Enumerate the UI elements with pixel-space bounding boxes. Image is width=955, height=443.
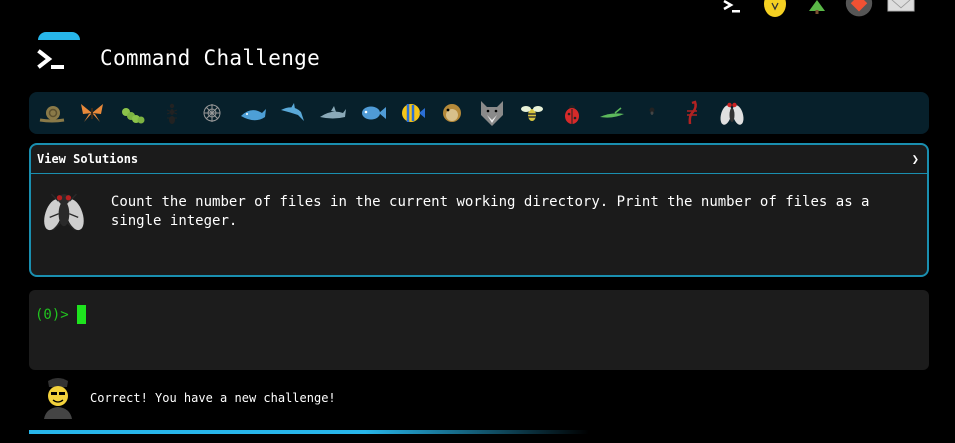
ant-icon[interactable] — [155, 98, 189, 128]
level-critters — [29, 92, 929, 134]
dolphin-icon[interactable] — [275, 98, 309, 128]
terminal[interactable]: (0)> — [29, 290, 929, 370]
spider-icon[interactable] — [635, 98, 669, 128]
logo-arc — [38, 32, 80, 40]
view-solutions-toggle[interactable]: View Solutions ❯ — [31, 145, 927, 174]
ladybug-icon[interactable] — [555, 98, 589, 128]
status-area: Correct! You have a new challenge! — [40, 377, 336, 419]
challenge-panel: View Solutions ❯ Count the number of fil… — [29, 143, 929, 277]
fly-icon[interactable] — [715, 98, 749, 128]
terminal-prompt: (0)> — [35, 307, 69, 323]
avatar-icon — [44, 378, 72, 419]
status-message: Correct! You have a new challenge! — [90, 391, 336, 405]
tropical-fish-icon[interactable] — [395, 98, 429, 128]
spider-web-icon[interactable] — [195, 98, 229, 128]
fly-icon — [44, 193, 84, 231]
wolf-icon[interactable] — [475, 98, 509, 128]
progress-bar — [29, 430, 589, 434]
bee-icon[interactable] — [515, 98, 549, 128]
blowfish-icon[interactable] — [435, 98, 469, 128]
page-title: Command Challenge — [100, 46, 321, 70]
whale-icon[interactable] — [235, 98, 269, 128]
git-icon[interactable] — [845, 0, 873, 18]
view-solutions-label: View Solutions — [37, 152, 139, 166]
lightbulb-icon[interactable] — [761, 0, 789, 18]
dolphin-jump-icon[interactable] — [315, 98, 349, 128]
snail-icon[interactable] — [35, 98, 69, 128]
butterfly-icon[interactable] — [75, 98, 109, 128]
mail-icon[interactable] — [887, 0, 915, 18]
cricket-icon[interactable] — [595, 98, 629, 128]
chevron-right-icon: ❯ — [911, 152, 919, 166]
top-icons — [719, 0, 915, 18]
scorpion-icon[interactable] — [675, 98, 709, 128]
caterpillar-icon[interactable] — [115, 98, 149, 128]
challenge-text: Count the number of files in the current… — [110, 194, 870, 229]
terminal-cursor[interactable] — [77, 305, 86, 324]
terminal-icon[interactable] — [719, 0, 747, 18]
terminal-logo-icon[interactable] — [37, 48, 67, 76]
fish-icon[interactable] — [355, 98, 389, 128]
tree-icon[interactable] — [803, 0, 831, 18]
